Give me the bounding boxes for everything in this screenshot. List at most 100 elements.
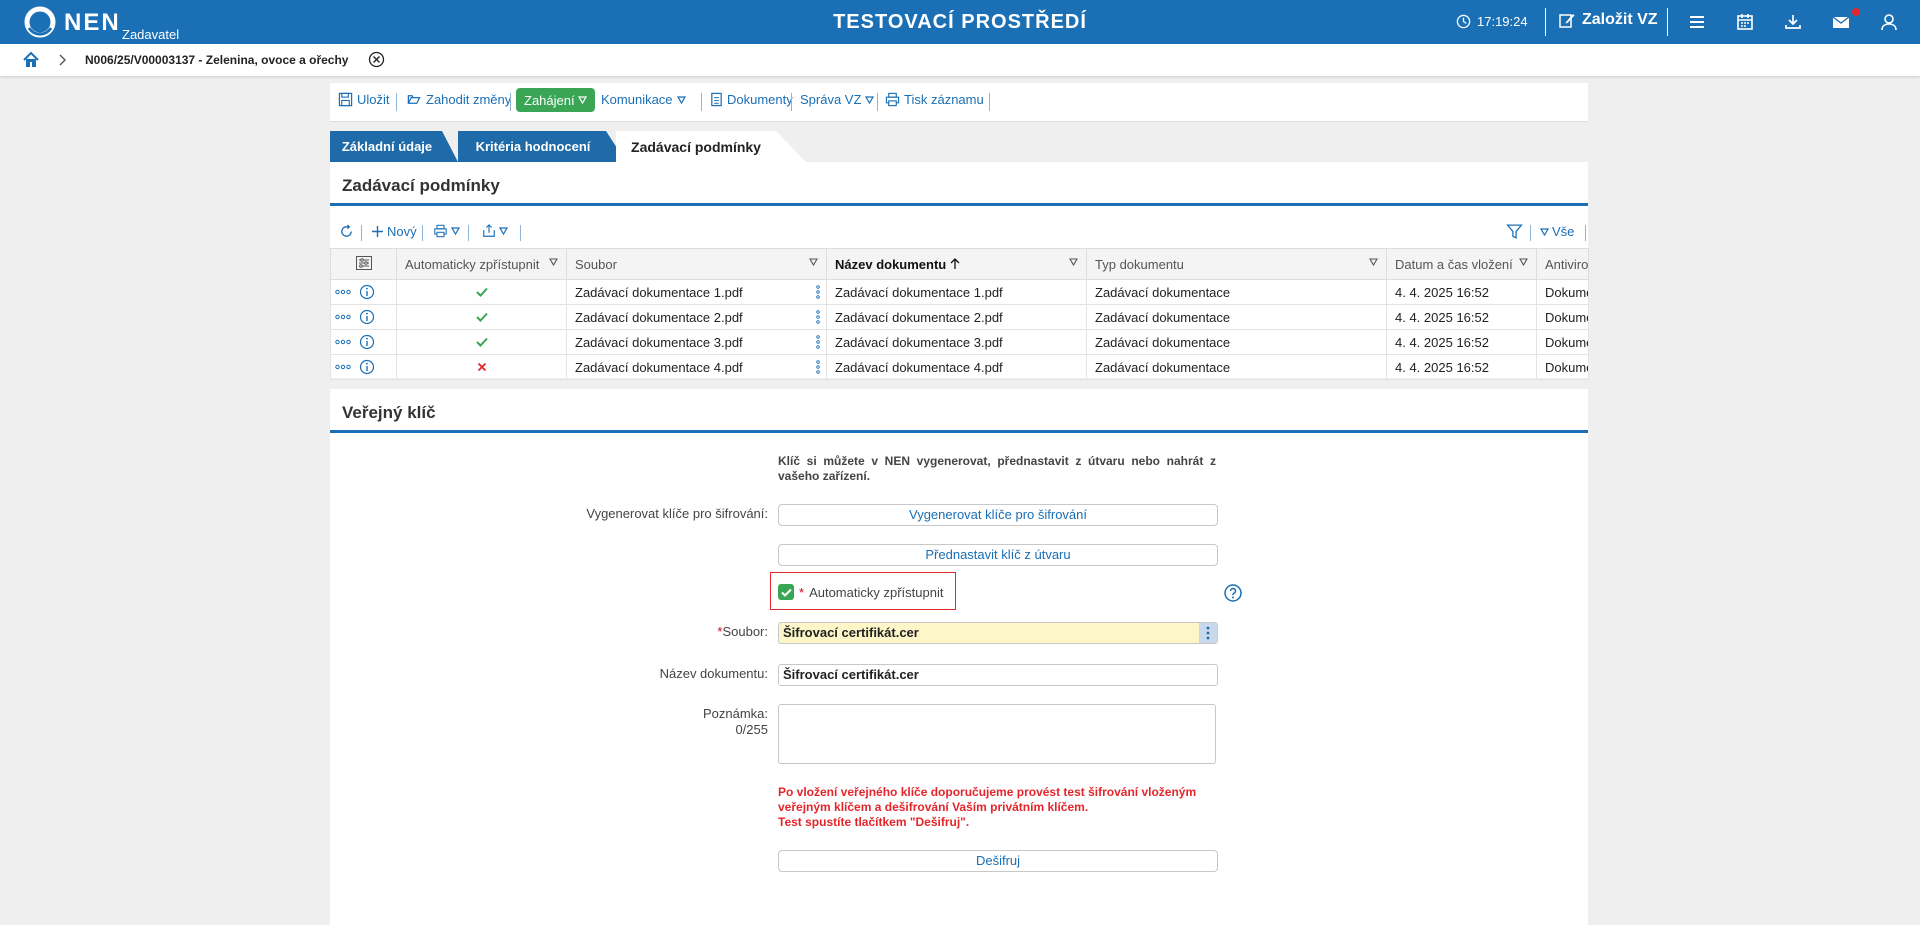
table-row[interactable]: Zadávací dokumentace 3.pdf Zadávací dokum… xyxy=(330,329,1589,355)
warning-line-1: Po vložení veřejného klíče doporučujeme … xyxy=(778,785,1197,814)
start-dropdown-button[interactable]: Zahájení xyxy=(516,88,595,112)
save-button[interactable]: Uložit xyxy=(338,92,390,107)
decrypt-button[interactable]: Dešifruj xyxy=(778,850,1218,872)
file-menu-button[interactable] xyxy=(1199,623,1217,643)
preset-key-button[interactable]: Přednastavit klíč z útvaru xyxy=(778,544,1218,566)
column-filter-icon[interactable] xyxy=(1519,258,1528,266)
tab-evaluation-criteria[interactable]: Kritéria hodnocení xyxy=(458,131,626,162)
more-options-icon[interactable] xyxy=(335,314,351,320)
info-icon[interactable] xyxy=(359,334,375,350)
export-dropdown[interactable] xyxy=(482,224,508,238)
table-row[interactable]: Zadávací dokumentace 2.pdf Zadávací dokum… xyxy=(330,304,1589,330)
file-field-label: *Soubor: xyxy=(717,624,768,639)
auto-access-checkbox[interactable] xyxy=(778,584,794,600)
new-button[interactable]: Nový xyxy=(371,224,417,239)
view-all-dropdown[interactable]: Vše xyxy=(1540,224,1574,239)
calendar-icon[interactable] xyxy=(1735,12,1755,32)
file-cell[interactable]: Zadávací dokumentace 3.pdf xyxy=(566,329,827,355)
more-options-icon[interactable] xyxy=(335,339,351,345)
print-dropdown[interactable] xyxy=(433,224,460,238)
tab-tender-conditions[interactable]: Zadávací podmínky xyxy=(616,131,806,162)
column-date-inserted[interactable]: Datum a čas vložení xyxy=(1386,248,1537,280)
file-label: Soubor: xyxy=(722,624,768,639)
download-icon[interactable] xyxy=(1783,12,1803,32)
print-record-button[interactable]: Tisk záznamu xyxy=(885,92,984,107)
table-row[interactable]: Zadávací dokumentace 4.pdf Zadávací dokum… xyxy=(330,354,1589,380)
help-icon[interactable] xyxy=(1224,584,1242,602)
info-icon[interactable] xyxy=(359,309,375,325)
more-options-icon[interactable] xyxy=(335,364,351,370)
refresh-icon[interactable] xyxy=(339,224,354,239)
antivirus-status: Dokume xyxy=(1545,334,1588,350)
divider xyxy=(510,93,511,111)
mail-icon[interactable] xyxy=(1831,12,1851,32)
column-document-type[interactable]: Typ dokumentu xyxy=(1086,248,1387,280)
column-label: Antiviro xyxy=(1545,256,1589,272)
document-type-cell: Zadávací dokumentace xyxy=(1086,354,1387,380)
tab-label: Kritéria hodnocení xyxy=(475,139,591,154)
antivirus-cell: Dokume xyxy=(1536,354,1589,380)
column-filter-icon[interactable] xyxy=(1369,258,1378,266)
communication-dropdown[interactable]: Komunikace xyxy=(601,92,686,107)
communication-label: Komunikace xyxy=(601,92,673,107)
note-textarea[interactable] xyxy=(778,704,1216,764)
kebab-menu-icon[interactable] xyxy=(816,360,820,374)
nen-logo-icon[interactable] xyxy=(24,6,56,38)
generate-keys-button[interactable]: Vygenerovat klíče pro šifrování xyxy=(778,504,1218,526)
document-type: Zadávací dokumentace xyxy=(1095,334,1231,350)
antivirus-cell: Dokume xyxy=(1536,279,1589,305)
chevron-down-icon xyxy=(577,96,587,104)
create-tender-button[interactable]: Založit VZ xyxy=(1558,11,1658,29)
divider xyxy=(701,93,702,111)
kebab-menu-icon[interactable] xyxy=(816,285,820,299)
filter-icon[interactable] xyxy=(1506,223,1523,240)
auto-access-cell xyxy=(396,279,567,305)
file-cell[interactable]: Zadávací dokumentace 4.pdf xyxy=(566,354,827,380)
column-settings-header[interactable] xyxy=(330,248,397,280)
session-clock: 17:19:24 xyxy=(1456,14,1528,29)
home-icon[interactable] xyxy=(22,51,40,69)
discard-changes-button[interactable]: Zahodit změny xyxy=(406,92,511,107)
document-name-input[interactable]: Šifrovací certifikát.cer xyxy=(778,664,1218,686)
table-row[interactable]: Zadávací dokumentace 1.pdf Zadávací dokum… xyxy=(330,279,1589,305)
discard-icon xyxy=(407,95,421,104)
document-name: Zadávací dokumentace 2.pdf xyxy=(835,309,1003,325)
file-input[interactable]: Šifrovací certifikát.cer xyxy=(778,622,1218,644)
more-options-icon[interactable] xyxy=(335,289,351,295)
edit-icon xyxy=(1559,14,1575,28)
file-cell[interactable]: Zadávací dokumentace 1.pdf xyxy=(566,279,827,305)
kebab-menu-icon[interactable] xyxy=(816,335,820,349)
column-file[interactable]: Soubor xyxy=(566,248,827,280)
kebab-menu-icon[interactable] xyxy=(816,310,820,324)
column-antivirus[interactable]: Antiviro xyxy=(1536,248,1589,280)
column-filter-icon[interactable] xyxy=(1069,258,1078,266)
column-filter-icon[interactable] xyxy=(549,258,558,266)
chevron-down-icon xyxy=(865,95,875,104)
documents-button[interactable]: Dokumenty xyxy=(710,92,793,107)
auto-access-cell xyxy=(396,304,567,330)
new-label: Nový xyxy=(387,224,417,239)
chevron-down-icon xyxy=(676,95,686,104)
date-cell: 4. 4. 2025 16:52 xyxy=(1386,354,1537,380)
user-icon[interactable] xyxy=(1879,12,1899,32)
column-auto-access[interactable]: Automaticky zpřístupnit xyxy=(396,248,567,280)
key-info-text: Klíč si můžete v NEN vygenerovat, předna… xyxy=(778,454,1216,483)
manage-tender-dropdown[interactable]: Správa VZ xyxy=(800,92,875,107)
column-document-name[interactable]: Název dokumentu xyxy=(826,248,1087,280)
date-cell: 4. 4. 2025 16:52 xyxy=(1386,279,1537,305)
info-icon[interactable] xyxy=(359,359,375,375)
document-name-cell: Zadávací dokumentace 3.pdf xyxy=(826,329,1087,355)
close-icon[interactable] xyxy=(368,51,385,68)
document-icon xyxy=(711,92,722,107)
column-filter-icon[interactable] xyxy=(809,258,818,266)
check-icon xyxy=(475,312,488,322)
antivirus-status: Dokume xyxy=(1545,309,1588,325)
menu-icon[interactable] xyxy=(1687,12,1707,32)
info-icon[interactable] xyxy=(359,284,375,300)
breadcrumb-current[interactable]: N006/25/V00003137 - Zelenina, ovoce a oř… xyxy=(85,53,348,67)
auto-access-label: Automaticky zpřístupnit xyxy=(809,584,944,600)
checkmark-icon xyxy=(780,588,792,597)
divider xyxy=(1667,8,1668,36)
tab-basic-info[interactable]: Základní údaje xyxy=(330,131,458,162)
file-cell[interactable]: Zadávací dokumentace 2.pdf xyxy=(566,304,827,330)
